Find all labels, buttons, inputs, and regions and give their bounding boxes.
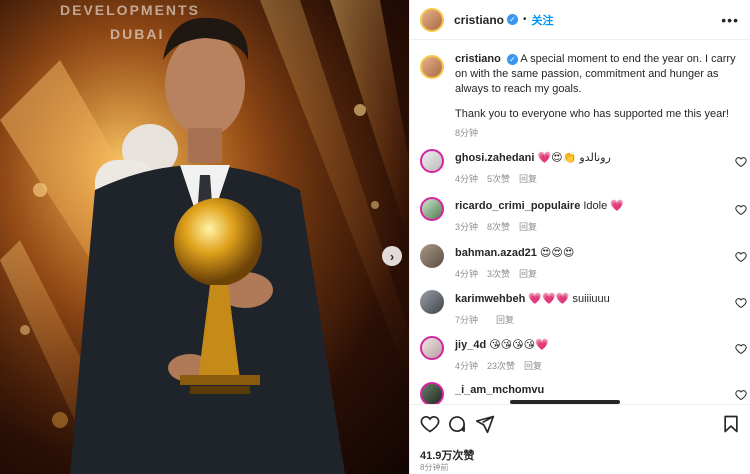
post-photo-illustration — [0, 0, 409, 474]
heart-icon[interactable] — [420, 414, 440, 434]
post-action-bar: 41.9万次赞 8分钟前 — [410, 404, 750, 474]
comment-time: 7分钟 — [455, 315, 479, 325]
comment-username[interactable]: jiy_4d — [455, 339, 486, 351]
bookmark-icon[interactable] — [721, 414, 741, 434]
comment-username[interactable]: ghosi.zahedani — [455, 152, 534, 164]
comment-username[interactable]: ricardo_crimi_populaire — [455, 200, 580, 212]
heart-icon[interactable] — [735, 156, 747, 168]
comment-likes[interactable]: 8次赞 — [487, 222, 510, 232]
follow-button[interactable]: 关注 — [532, 12, 554, 28]
post-date: 8分钟前 — [420, 463, 449, 472]
avatar[interactable] — [420, 382, 444, 404]
reply-button[interactable]: 回复 — [519, 269, 537, 279]
reply-button[interactable]: 回复 — [519, 222, 537, 232]
post-image[interactable]: DEVELOPMENTS DUBAI › — [0, 0, 409, 474]
comment-time: 4分钟 — [455, 269, 479, 279]
reply-button[interactable]: 回复 — [496, 315, 514, 325]
reply-button[interactable]: 回复 — [524, 361, 542, 371]
caption-text-block: cristiano ✓ A special moment to end the … — [455, 52, 737, 97]
caption-text-2: Thank you to everyone who has supported … — [455, 108, 729, 120]
comment-likes[interactable]: 5次赞 — [487, 174, 510, 184]
heart-icon[interactable] — [735, 251, 747, 263]
reply-button[interactable]: 回复 — [519, 174, 537, 184]
background-text: DEVELOPMENTS — [60, 2, 200, 18]
avatar[interactable] — [420, 197, 444, 221]
verified-badge-icon: ✓ — [507, 14, 519, 25]
avatar[interactable] — [420, 55, 444, 79]
comment-username[interactable]: _i_am_mchomvu — [455, 384, 544, 396]
comment-text: 💗😍👏 رونالدو — [537, 152, 611, 164]
post-side-panel: cristiano ✓ • 关注 ••• cristiano ✓ A speci… — [409, 0, 750, 474]
heart-icon[interactable] — [735, 297, 747, 309]
comment-icon[interactable] — [447, 414, 467, 434]
share-icon[interactable] — [475, 414, 495, 434]
chevron-right-icon: › — [389, 248, 395, 264]
post-author-username[interactable]: cristiano — [454, 13, 504, 27]
more-options-icon[interactable]: ••• — [721, 12, 739, 28]
post-caption: cristiano ✓ A special moment to end the … — [410, 52, 750, 139]
background-text: DUBAI — [110, 26, 165, 42]
comment-text: 💗💗💗 suiiiuuu — [528, 293, 610, 305]
comment-text: 😘😘😘😘💗 — [489, 339, 549, 351]
avatar[interactable] — [420, 7, 444, 32]
comment-text: 😍😍😍 — [539, 247, 575, 259]
verified-badge-icon: ✓ — [506, 53, 518, 65]
post-header: cristiano ✓ • 关注 ••• — [410, 0, 750, 40]
instagram-post-view: DEVELOPMENTS DUBAI › cristiano ✓ • 关注 ••… — [0, 0, 750, 474]
caption-time: 8分钟 — [455, 128, 479, 138]
avatar[interactable] — [420, 336, 444, 360]
comment-time: 4分钟 — [455, 361, 479, 371]
comment-text: Idole 💗 — [583, 200, 624, 212]
comment-likes[interactable]: 23次赞 — [487, 361, 515, 371]
avatar[interactable] — [420, 244, 444, 268]
avatar[interactable] — [420, 290, 444, 314]
heart-icon[interactable] — [735, 343, 747, 355]
comment-time: 3分钟 — [455, 222, 479, 232]
comment-username[interactable]: bahman.azad21 — [455, 247, 537, 259]
heart-icon[interactable] — [735, 204, 747, 216]
heart-icon[interactable] — [735, 389, 747, 401]
comments-scroll-area[interactable]: cristiano ✓ A special moment to end the … — [410, 52, 750, 404]
separator-dot: • — [523, 14, 527, 25]
like-count[interactable]: 41.9万次赞 — [420, 447, 474, 463]
comment-username[interactable]: karimwehbeh — [455, 293, 525, 305]
avatar[interactable] — [420, 149, 444, 173]
comment-time: 4分钟 — [455, 174, 479, 184]
next-image-button[interactable]: › — [382, 246, 402, 266]
caption-username[interactable]: cristiano — [455, 53, 501, 65]
comment-likes[interactable]: 3次赞 — [487, 269, 510, 279]
